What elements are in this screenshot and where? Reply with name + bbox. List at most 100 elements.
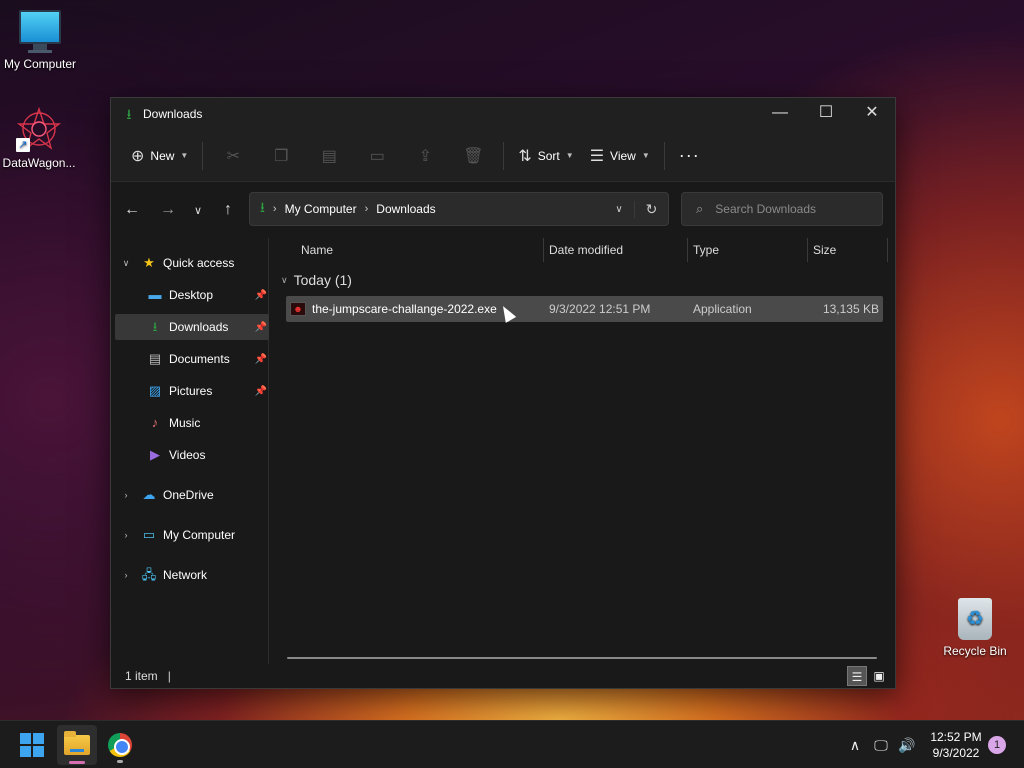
horizontal-scrollbar[interactable]: [287, 657, 877, 659]
status-divider: |: [167, 669, 171, 683]
search-icon: ⌕: [696, 201, 704, 216]
breadcrumb-my-computer[interactable]: My Computer: [285, 202, 357, 216]
large-icons-view-icon[interactable]: ▣: [869, 666, 889, 686]
sidebar-item-pictures[interactable]: ▨ Pictures 📌: [115, 378, 269, 404]
chevron-down-icon: ▼: [565, 151, 574, 160]
document-icon: ▤: [148, 351, 162, 366]
desktop-icon-label: My Computer: [3, 57, 77, 71]
file-explorer-window: ⭳ Downloads — ☐ ✕ ⊕ New ▼ ✂ ❐ ▤ ▭ ⇪ 🗑 ⇅ …: [110, 97, 896, 689]
window-title: Downloads: [143, 107, 203, 121]
sidebar-item-videos[interactable]: ▶ Videos: [115, 442, 269, 468]
exe-file-icon: ☻: [290, 302, 306, 316]
sidebar-item-label: Downloads: [169, 320, 229, 334]
file-name: the-jumpscare-challange-2022.exe: [312, 302, 497, 316]
group-label: Today (1): [293, 272, 352, 288]
column-header-size[interactable]: Size: [813, 243, 836, 257]
desktop-icon-my-computer[interactable]: My Computer: [0, 10, 80, 71]
download-icon: ⭳: [152, 319, 158, 334]
recent-locations-chevron-icon[interactable]: ∨: [183, 204, 213, 217]
active-indicator: [69, 761, 85, 764]
sidebar-item-documents[interactable]: ▤ Documents 📌: [115, 346, 269, 372]
close-button[interactable]: ✕: [849, 98, 895, 130]
column-header-name[interactable]: Name: [301, 243, 333, 257]
breadcrumb-downloads[interactable]: Downloads: [376, 202, 435, 216]
pin-icon: 📌: [254, 385, 267, 397]
title-bar[interactable]: ⭳ Downloads — ☐ ✕: [111, 98, 895, 130]
clock[interactable]: 12:52 PM 9/3/2022: [926, 729, 986, 761]
details-view-icon[interactable]: ☰: [847, 666, 867, 686]
desktop-icon-recycle-bin[interactable]: Recycle Bin: [935, 598, 1015, 658]
new-button[interactable]: ⊕ New ▼: [123, 140, 196, 172]
sort-button[interactable]: ⇅ Sort ▼: [510, 140, 581, 172]
chevron-right-icon[interactable]: ›: [119, 570, 133, 580]
column-header-type[interactable]: Type: [693, 243, 719, 257]
file-date-modified: 9/3/2022 12:51 PM: [549, 302, 651, 316]
video-icon: ▶: [150, 447, 160, 462]
chevron-right-icon: ›: [364, 203, 369, 215]
search-box[interactable]: ⌕: [681, 192, 883, 226]
delete-icon[interactable]: 🗑: [449, 146, 497, 166]
sidebar-item-label: Music: [169, 416, 201, 430]
sidebar-item-label: OneDrive: [163, 488, 214, 502]
notification-badge[interactable]: 1: [988, 736, 1006, 754]
back-arrow-icon[interactable]: ←: [117, 201, 147, 219]
view-button[interactable]: ☰ View ▼: [582, 140, 658, 172]
refresh-icon[interactable]: ↻: [634, 200, 668, 218]
maximize-button[interactable]: ☐: [803, 98, 849, 130]
sidebar-item-downloads[interactable]: ⭳ Downloads 📌: [115, 314, 269, 340]
sidebar-item-quick-access[interactable]: ∨ ★ Quick access: [111, 250, 265, 276]
running-indicator: [117, 760, 123, 763]
taskbar-chrome[interactable]: [100, 725, 140, 765]
column-divider[interactable]: [687, 238, 688, 262]
search-input[interactable]: [715, 202, 866, 216]
column-divider[interactable]: [807, 238, 808, 262]
star-icon: ★: [143, 255, 155, 270]
address-dropdown-icon[interactable]: ∨: [604, 204, 634, 215]
sidebar-item-music[interactable]: ♪ Music: [115, 410, 269, 436]
sidebar-item-network[interactable]: › 🖧 Network: [111, 562, 265, 588]
file-list: Name Date modified Type Size ∨ Today (1)…: [271, 238, 895, 664]
view-label: View: [610, 148, 636, 163]
rename-icon[interactable]: ▭: [353, 146, 401, 166]
up-arrow-icon[interactable]: ↑: [213, 201, 243, 219]
sidebar-item-desktop[interactable]: ▬ Desktop 📌: [115, 282, 269, 308]
navigation-pane: ∨ ★ Quick access ▬ Desktop 📌 ⭳ Downloads…: [111, 238, 269, 664]
sidebar-item-label: Quick access: [163, 256, 235, 270]
group-header[interactable]: ∨ Today (1): [281, 272, 352, 288]
desktop-icon-datawagon[interactable]: ↗ DataWagon...: [0, 106, 79, 170]
network-status-icon[interactable]: 🖵: [868, 737, 894, 754]
shortcut-arrow-icon: ↗: [16, 138, 30, 152]
chevron-up-icon[interactable]: ∧: [842, 737, 868, 754]
file-row[interactable]: ☻ the-jumpscare-challange-2022.exe 9/3/2…: [286, 296, 883, 322]
chrome-icon: [108, 733, 132, 757]
cut-icon[interactable]: ✂: [209, 146, 257, 166]
start-button[interactable]: [12, 725, 52, 765]
sort-label: Sort: [537, 148, 560, 163]
volume-icon[interactable]: 🔊: [894, 737, 920, 754]
view-list-icon: ☰: [589, 147, 605, 165]
column-divider[interactable]: [887, 238, 888, 262]
sidebar-item-label: My Computer: [163, 528, 236, 542]
column-header-date-modified[interactable]: Date modified: [549, 243, 623, 257]
forward-arrow-icon[interactable]: →: [153, 201, 183, 219]
chevron-down-icon[interactable]: ∨: [119, 258, 133, 269]
more-options-button[interactable]: ···: [679, 145, 700, 166]
sidebar-item-label: Pictures: [169, 384, 213, 398]
paste-icon[interactable]: ▤: [305, 146, 353, 166]
sidebar-item-onedrive[interactable]: › ☁ OneDrive: [111, 482, 265, 508]
download-icon: ⭳: [126, 106, 132, 122]
address-bar[interactable]: ⭳ › My Computer › Downloads ∨ ↻: [249, 192, 669, 226]
share-icon[interactable]: ⇪: [401, 146, 449, 166]
taskbar-file-explorer[interactable]: [57, 725, 97, 765]
toolbar-divider: [202, 141, 204, 170]
minimize-button[interactable]: —: [757, 98, 803, 130]
chevron-down-icon: ▼: [180, 151, 189, 160]
chevron-right-icon[interactable]: ›: [119, 530, 133, 540]
copy-icon[interactable]: ❐: [257, 146, 305, 166]
sidebar-item-my-computer[interactable]: › ▭ My Computer: [111, 522, 265, 548]
chevron-right-icon[interactable]: ›: [119, 490, 133, 500]
desktop-icon-label: DataWagon...: [2, 156, 76, 170]
column-divider[interactable]: [543, 238, 544, 262]
network-icon: 🖧: [141, 567, 157, 582]
command-bar: ⊕ New ▼ ✂ ❐ ▤ ▭ ⇪ 🗑 ⇅ Sort ▼ ☰ View ▼ ··…: [111, 130, 895, 182]
